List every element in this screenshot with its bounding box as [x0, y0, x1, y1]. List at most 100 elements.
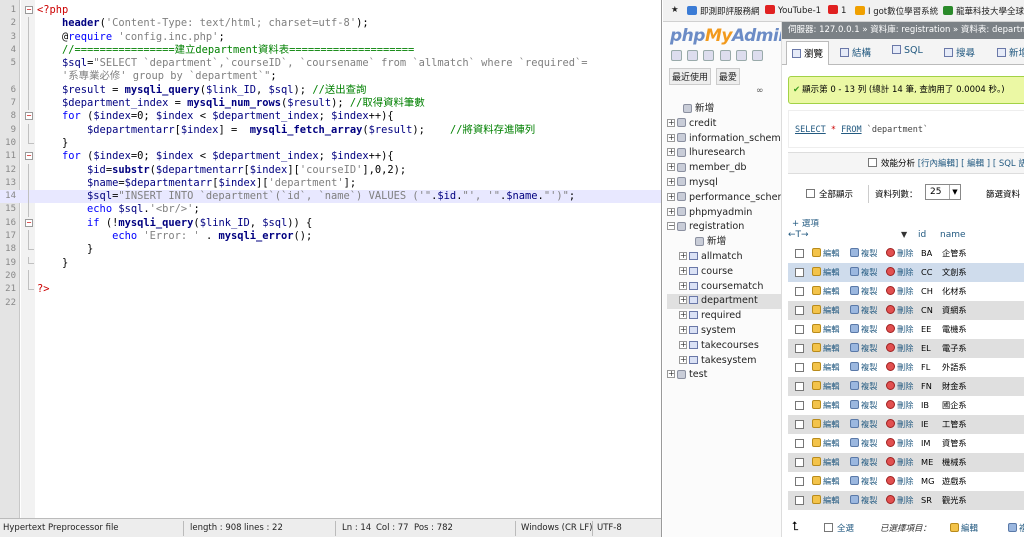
delete-button[interactable]: 刪除 [886, 377, 913, 396]
expand-icon[interactable]: + [679, 355, 687, 364]
home-icon[interactable] [671, 50, 682, 61]
row-checkbox[interactable] [795, 496, 804, 505]
tree-database-item[interactable]: + test [667, 368, 781, 383]
code-line[interactable]: 5 $sql="SELECT `department`,`courseID`, … [0, 57, 661, 71]
expand-icon[interactable]: + [679, 296, 687, 305]
code-line[interactable]: 9 $departmentarr[$index] = mysqli_fetch_… [0, 123, 661, 137]
tree-database-item[interactable]: + performance_schema [667, 191, 793, 206]
table-row[interactable]: 編輯 複製 刪除 SR 觀光系 [788, 491, 1024, 510]
tab-recent[interactable]: 最近使用 [669, 68, 712, 85]
row-checkbox[interactable] [795, 382, 804, 391]
bookmark-item[interactable]: 即測即評服務網 [687, 5, 760, 17]
table-row[interactable]: 編輯 複製 刪除 MG 遊戲系 [788, 472, 1024, 491]
expand-icon[interactable]: + [667, 177, 675, 186]
row-checkbox[interactable] [795, 420, 804, 429]
logout-icon[interactable] [687, 50, 699, 61]
tab-browse[interactable]: 瀏覽 [786, 41, 830, 65]
code-line[interactable]: 22 [0, 297, 661, 310]
table-row[interactable]: 編輯 複製 刪除 ME 機械系 [788, 453, 1024, 472]
code-line[interactable]: 14 $sql="INSERT INTO `department`(`id`, … [0, 190, 661, 204]
code-line[interactable]: 6 $result = mysqli_query($link_ID, $sql)… [0, 83, 661, 98]
edit-button[interactable]: 編輯 [812, 396, 839, 415]
row-checkbox[interactable] [795, 249, 804, 258]
edit-button[interactable]: 編輯 [812, 472, 839, 491]
expand-icon[interactable]: + [667, 192, 675, 201]
expand-icon[interactable]: + [679, 251, 687, 260]
tree-table-item[interactable]: + allmatch [667, 250, 781, 265]
edit-link[interactable]: [ 編輯 ] [961, 159, 990, 169]
tab-search[interactable]: 搜尋 [944, 45, 975, 59]
tree-table-item[interactable]: + department [667, 294, 781, 310]
delete-button[interactable]: 刪除 [886, 282, 913, 301]
inline-edit-link[interactable]: [行內編輯] [918, 159, 959, 169]
code-line[interactable]: 11− for ($index=0; $index < $department_… [0, 150, 661, 163]
edit-button[interactable]: 編輯 [812, 339, 839, 358]
expand-icon[interactable]: + [667, 118, 675, 127]
code-lines[interactable]: 1− <?php 2 header('Content-Type: text/html… [0, 4, 661, 310]
table-row[interactable]: 編輯 複製 刪除 BA 企管系 [788, 244, 1024, 263]
expand-icon[interactable]: + [667, 148, 675, 157]
tree-new-item[interactable]: 新增 [667, 235, 781, 250]
table-row[interactable]: 編輯 複製 刪除 EE 電機系 [788, 320, 1024, 339]
code-line[interactable]: 16− if (!mysqli_query($link_ID, $sql)) { [0, 217, 661, 230]
tree-table-item[interactable]: + coursematch [667, 280, 781, 295]
code-line[interactable]: 15 echo $sql.'<br/>'; [0, 203, 661, 217]
table-row[interactable]: 編輯 複製 刪除 EL 電子系 [788, 339, 1024, 358]
tree-database-item[interactable]: + information_schema [667, 132, 787, 147]
link-with-main-icon[interactable]: ∞ [756, 86, 764, 96]
row-checkbox[interactable] [795, 325, 804, 334]
edit-button[interactable]: 編輯 [812, 320, 839, 339]
docs-icon[interactable] [719, 50, 731, 61]
code-line[interactable]: 1 − <?php [0, 4, 661, 17]
column-header-name[interactable]: name [940, 230, 966, 240]
delete-button[interactable]: 刪除 [886, 415, 913, 434]
row-checkbox[interactable] [795, 344, 804, 353]
copy-button[interactable]: 複製 [850, 491, 877, 510]
code-line[interactable]: 4 //================建立department資料表=====… [0, 43, 661, 58]
code-line[interactable]: 20 [0, 269, 661, 284]
table-row[interactable]: 編輯 複製 刪除 FL 外語系 [788, 358, 1024, 377]
options-toggle[interactable]: + 選項 [792, 217, 819, 229]
row-checkbox[interactable] [795, 439, 804, 448]
fold-toggle-icon[interactable]: − [25, 6, 33, 14]
code-line[interactable]: '系專業必修' group by `department`"; [0, 70, 661, 84]
delete-button[interactable]: 刪除 [886, 453, 913, 472]
expand-icon[interactable]: + [667, 370, 675, 379]
tree-database-item[interactable]: − registration [667, 220, 781, 235]
column-arrows-icon[interactable]: ←T→ [788, 230, 809, 240]
collapse-icon[interactable]: − [667, 222, 675, 231]
fold-toggle-icon[interactable]: − [25, 152, 33, 161]
tree-database-item[interactable]: + lhuresearch [667, 146, 781, 161]
copy-button[interactable]: 複製 [850, 415, 877, 434]
profiling-checkbox[interactable] [868, 158, 877, 167]
bulk-copy-button[interactable]: 複 [1008, 522, 1024, 534]
row-checkbox[interactable] [795, 268, 804, 277]
edit-button[interactable]: 編輯 [812, 377, 839, 396]
edit-button[interactable]: 編輯 [812, 434, 839, 453]
copy-button[interactable]: 複製 [850, 263, 877, 282]
delete-button[interactable]: 刪除 [886, 320, 913, 339]
row-checkbox[interactable] [795, 401, 804, 410]
table-row[interactable]: 編輯 複製 刪除 FN 財金系 [788, 377, 1024, 396]
delete-button[interactable]: 刪除 [886, 491, 913, 510]
code-line[interactable]: 12 $id=substr($departmentarr[$index]['co… [0, 163, 661, 177]
delete-button[interactable]: 刪除 [886, 434, 913, 453]
bulk-edit-button[interactable]: 編輯 [950, 522, 978, 534]
table-row[interactable]: 編輯 複製 刪除 IE 工管系 [788, 415, 1024, 434]
fold-toggle-icon[interactable]: − [25, 112, 33, 121]
tab-structure[interactable]: 結構 [840, 45, 871, 59]
bookmark-star-icon[interactable]: ★ [671, 5, 679, 15]
tree-table-item[interactable]: + takesystem [667, 354, 781, 369]
show-all-control[interactable]: 全部顯示 [806, 188, 853, 200]
edit-button[interactable]: 編輯 [812, 282, 839, 301]
bookmark-item[interactable]: 1 [828, 5, 846, 16]
bookmark-item[interactable]: I got數位學習系統 [855, 5, 938, 17]
code-line[interactable]: 18 } [0, 243, 661, 256]
table-row[interactable]: 編輯 複製 刪除 IM 資管系 [788, 434, 1024, 453]
row-checkbox[interactable] [795, 477, 804, 486]
table-row[interactable]: 編輯 複製 刪除 CN 資網系 [788, 301, 1024, 320]
code-line[interactable]: 10 } [0, 136, 661, 150]
edit-button[interactable]: 編輯 [812, 358, 839, 377]
table-row[interactable]: 編輯 複製 刪除 CH 化材系 [788, 282, 1024, 301]
tree-database-item[interactable]: + credit [667, 117, 781, 132]
